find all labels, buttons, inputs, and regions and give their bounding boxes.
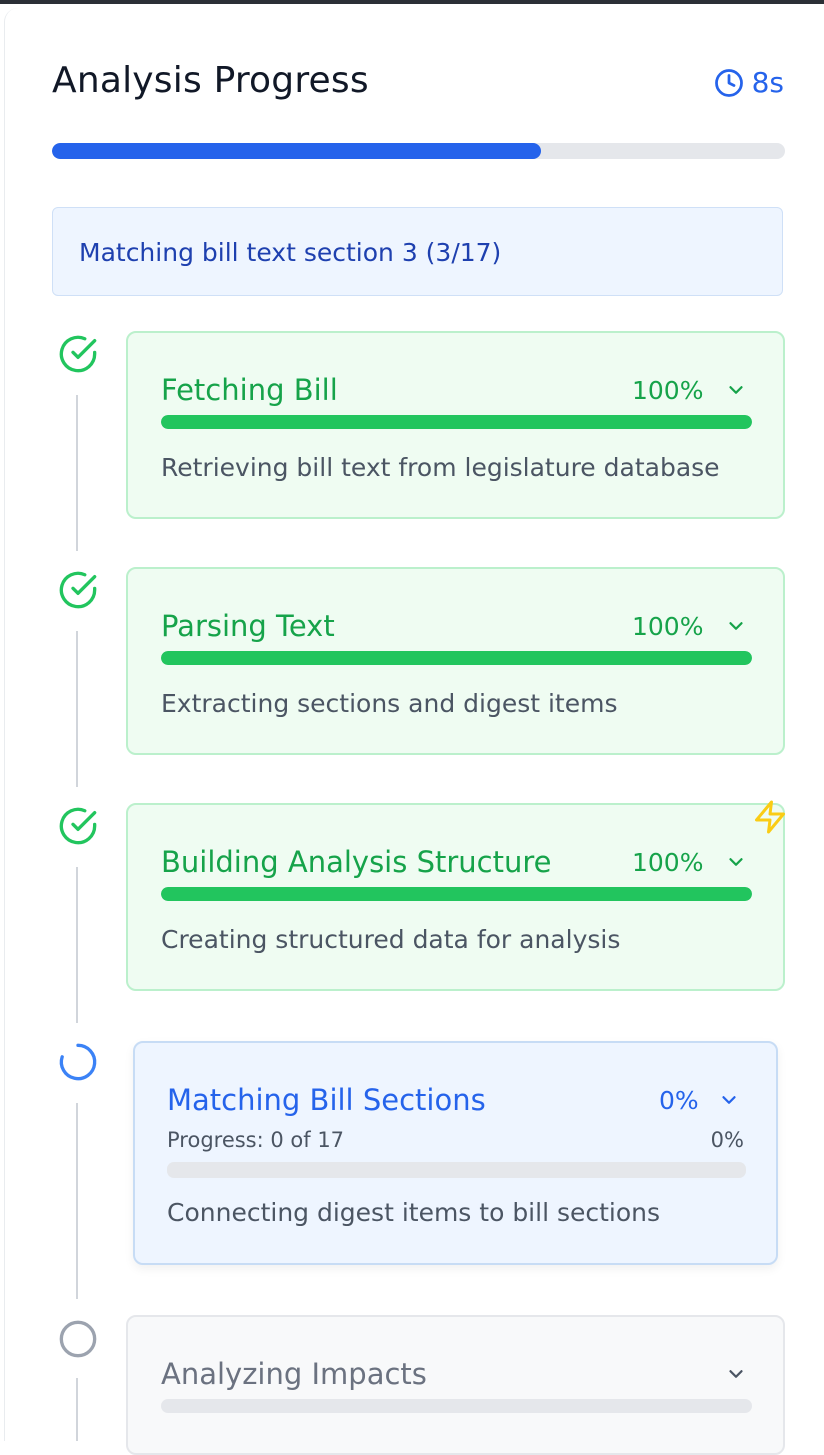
step-progress-bar — [161, 651, 752, 665]
window-top-edge — [0, 0, 824, 4]
status-banner: Matching bill text section 3 (3/17) — [52, 207, 783, 296]
overall-progress-bar — [52, 143, 785, 159]
chevron-down-icon[interactable] — [725, 851, 747, 873]
step-card-matching-sections[interactable]: Matching Bill Sections 0% Progress: 0 of… — [133, 1041, 778, 1265]
step-title: Analyzing Impacts — [161, 1357, 427, 1391]
chevron-down-icon[interactable] — [725, 615, 747, 637]
spinner-icon — [59, 1043, 97, 1081]
step-progress-fill — [161, 415, 752, 429]
step-progress-bar — [161, 415, 752, 429]
timeline-connector — [76, 1378, 78, 1441]
step-percent: 100% — [632, 376, 704, 405]
chevron-down-icon[interactable] — [725, 1363, 747, 1385]
step-card-parsing-text[interactable]: Parsing Text 100% Extracting sections an… — [126, 567, 785, 755]
check-circle-icon — [59, 571, 97, 609]
overall-progress-fill — [52, 143, 541, 159]
panel-title: Analysis Progress — [52, 60, 369, 101]
pending-circle-icon — [59, 1320, 97, 1358]
step-progress-bar — [167, 1162, 746, 1178]
lightning-icon — [755, 800, 785, 834]
timeline-connector — [76, 631, 78, 787]
step-percent: 0% — [659, 1086, 699, 1115]
sub-progress-percent: 0% — [710, 1128, 744, 1152]
timeline-connector — [76, 1103, 78, 1299]
step-description: Creating structured data for analysis — [161, 925, 621, 954]
status-message: Matching bill text section 3 (3/17) — [79, 238, 502, 267]
check-circle-icon — [59, 335, 97, 373]
timeline-connector — [76, 395, 78, 551]
step-description: Connecting digest items to bill sections — [167, 1198, 661, 1227]
step-description: Retrieving bill text from legislature da… — [161, 453, 720, 482]
step-card-building-structure[interactable]: Building Analysis Structure 100% Creatin… — [126, 803, 785, 991]
step-percent: 100% — [632, 612, 704, 641]
step-card-fetching-bill[interactable]: Fetching Bill 100% Retrieving bill text … — [126, 331, 785, 519]
step-percent: 100% — [632, 848, 704, 877]
step-progress-fill — [161, 887, 752, 901]
elapsed-timer: 8s — [714, 66, 784, 99]
chevron-down-icon[interactable] — [725, 379, 747, 401]
step-progress-bar — [161, 887, 752, 901]
step-progress-fill — [161, 651, 752, 665]
step-title: Matching Bill Sections — [167, 1083, 486, 1117]
sub-progress-label: Progress: 0 of 17 — [167, 1128, 345, 1152]
check-circle-icon — [59, 807, 97, 845]
step-title: Fetching Bill — [161, 373, 338, 407]
step-progress-bar — [161, 1399, 752, 1413]
chevron-down-icon[interactable] — [718, 1089, 740, 1111]
step-card-analyzing-impacts[interactable]: Analyzing Impacts — [126, 1315, 785, 1455]
step-title: Parsing Text — [161, 609, 335, 643]
step-title: Building Analysis Structure — [161, 845, 552, 879]
elapsed-time: 8s — [751, 66, 784, 99]
step-description: Extracting sections and digest items — [161, 689, 618, 718]
timeline-connector — [76, 867, 78, 1023]
clock-icon — [714, 68, 743, 97]
